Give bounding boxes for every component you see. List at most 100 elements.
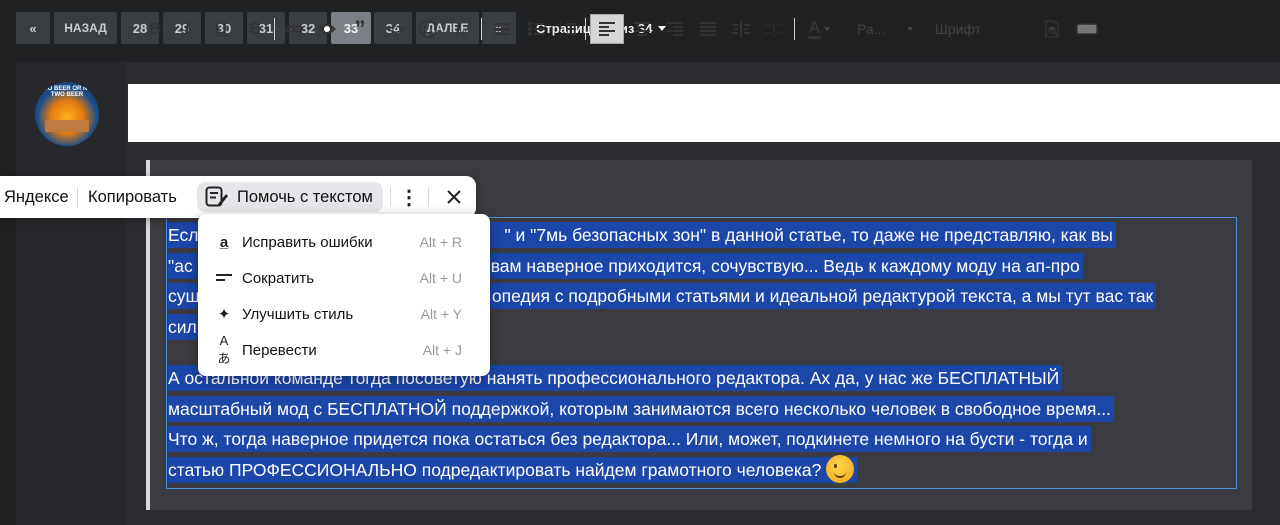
- text-color-icon: A: [808, 17, 821, 39]
- text-line: масштабный мод с БЕСПЛАТНОЙ поддержкой, …: [168, 395, 1114, 422]
- first-page-label: «: [29, 20, 37, 36]
- toolbar-divider: [585, 18, 586, 40]
- menu-item-label: Исправить ошибки: [242, 233, 373, 251]
- horizontal-rule-icon: [494, 23, 510, 35]
- edit-text-icon: [205, 186, 228, 207]
- eye-icon: [318, 24, 336, 34]
- quote-icon: ”: [354, 16, 366, 41]
- bold-button[interactable]: B: [144, 14, 166, 44]
- outdent-icon: [765, 21, 783, 37]
- help-with-text-label: Помочь с текстом: [237, 187, 373, 206]
- chevron-down-icon: [907, 27, 914, 31]
- align-left-icon: [599, 22, 615, 36]
- svg-text:3: 3: [559, 32, 562, 37]
- text-color-button[interactable]: A: [804, 14, 834, 44]
- first-page-button[interactable]: «: [16, 12, 50, 44]
- popup-divider: [428, 187, 429, 207]
- wink-emoji-icon: [826, 454, 855, 483]
- sparkle-icon: ✦: [217, 306, 231, 323]
- outdent-button[interactable]: [762, 14, 786, 44]
- editor-toolbar: [128, 84, 1280, 142]
- bullet-list-icon: [528, 22, 544, 36]
- toolbar-divider: [794, 18, 795, 40]
- toolbar-divider: [274, 18, 275, 40]
- align-center-icon: [634, 22, 650, 36]
- more-vertical-icon: ⋮: [399, 186, 419, 209]
- align-center-button[interactable]: [630, 14, 654, 44]
- editor-paragraph-2[interactable]: А остальной команде тогда посоветую наня…: [168, 363, 1236, 485]
- menu-item-label: Улучшить стиль: [242, 305, 354, 323]
- yandex-selection-popup: Яндексе Копировать Помочь с текстом ⋮: [0, 176, 476, 218]
- numbered-list-icon: 123: [559, 22, 576, 37]
- source-mode-button[interactable]: [1074, 14, 1100, 44]
- font-family-label: Шрифт: [935, 21, 982, 37]
- menu-item-label: Сократить: [242, 269, 315, 287]
- spoiler-button[interactable]: [315, 14, 339, 44]
- underline-label: U: [214, 19, 228, 38]
- spellcheck-icon: a̲: [219, 233, 229, 251]
- menu-item-shortcut: Alt + J: [422, 342, 462, 358]
- preview-icon: [1045, 20, 1059, 38]
- numbered-list-button[interactable]: 123: [556, 14, 580, 44]
- align-justify-icon: [700, 22, 716, 36]
- search-yandex-label: Яндексе: [4, 187, 69, 206]
- clear-format-button[interactable]: Iₓ: [449, 14, 473, 44]
- popup-divider: [77, 187, 78, 207]
- copy-label: Копировать: [88, 187, 177, 206]
- menu-item-shortcut: Alt + Y: [420, 306, 462, 322]
- menu-item-improve-style[interactable]: ✦ Улучшить стиль Alt + Y: [198, 296, 490, 332]
- link-button[interactable]: [282, 14, 306, 44]
- align-justify-button[interactable]: [696, 14, 720, 44]
- copy-button[interactable]: Копировать: [88, 176, 177, 218]
- prev-page-button[interactable]: НАЗАД: [54, 12, 117, 44]
- font-size-label: Ра...: [857, 21, 886, 37]
- underline-button[interactable]: U: [210, 14, 232, 44]
- italic-label: I: [183, 19, 191, 38]
- indent-icon: [732, 21, 750, 37]
- help-text-menu: a̲ Исправить ошибки Alt + R Сократить Al…: [198, 214, 490, 376]
- align-right-button[interactable]: [663, 14, 687, 44]
- translate-icon: Aあ: [217, 333, 231, 366]
- strike-label: S: [249, 19, 261, 38]
- smiley-button[interactable]: [416, 14, 440, 44]
- close-icon: [447, 190, 461, 204]
- bold-label: B: [148, 19, 162, 38]
- text-line: сил: [168, 313, 200, 340]
- quote-button[interactable]: ”: [348, 14, 372, 44]
- prev-page-label: НАЗАД: [64, 21, 107, 35]
- font-family-dropdown[interactable]: Шрифт: [935, 14, 1056, 44]
- preview-button[interactable]: [1040, 14, 1064, 44]
- menu-item-translate[interactable]: Aあ Перевести Alt + J: [198, 332, 490, 368]
- code-icon: <>: [387, 20, 405, 38]
- font-size-dropdown[interactable]: Ра...: [857, 14, 914, 44]
- code-button[interactable]: <>: [383, 14, 409, 44]
- align-left-button[interactable]: [590, 14, 624, 44]
- avatar-bar-graphic: [45, 120, 89, 132]
- menu-item-shortcut: Alt + U: [419, 270, 462, 286]
- menu-item-label: Перевести: [242, 341, 317, 359]
- toolbar-divider: [481, 18, 482, 40]
- align-right-icon: [667, 22, 683, 36]
- horizontal-rule-button[interactable]: [490, 14, 514, 44]
- more-options-button[interactable]: ⋮: [397, 176, 421, 218]
- smiley-icon: [419, 20, 437, 38]
- help-with-text-button[interactable]: Помочь с текстом: [197, 182, 383, 212]
- close-popup-button[interactable]: [442, 176, 466, 218]
- menu-item-fix-errors[interactable]: a̲ Исправить ошибки Alt + R: [198, 224, 490, 260]
- link-icon: [285, 25, 303, 33]
- source-mode-icon: [1076, 23, 1098, 35]
- avatar-logo-text: TWO BEER OR NOT TWO BEER: [38, 86, 96, 98]
- chevron-down-icon: [823, 27, 830, 31]
- text-line: статью ПРОФЕССИОНАЛЬНО подредактировать …: [168, 454, 858, 483]
- menu-item-shorten[interactable]: Сократить Alt + U: [198, 260, 490, 296]
- avatar[interactable]: TWO BEER OR NOT TWO BEER: [35, 82, 99, 146]
- bullet-list-button[interactable]: [524, 14, 548, 44]
- strikethrough-button[interactable]: S: [244, 14, 266, 44]
- text-line: Что ж, тогда наверное придется пока оста…: [168, 426, 1091, 452]
- popup-divider: [390, 187, 391, 207]
- menu-item-shortcut: Alt + R: [419, 234, 462, 250]
- search-yandex-button[interactable]: Яндексе: [4, 176, 69, 218]
- indent-button[interactable]: [729, 14, 753, 44]
- shorten-icon: [214, 270, 234, 287]
- italic-button[interactable]: I: [176, 14, 198, 44]
